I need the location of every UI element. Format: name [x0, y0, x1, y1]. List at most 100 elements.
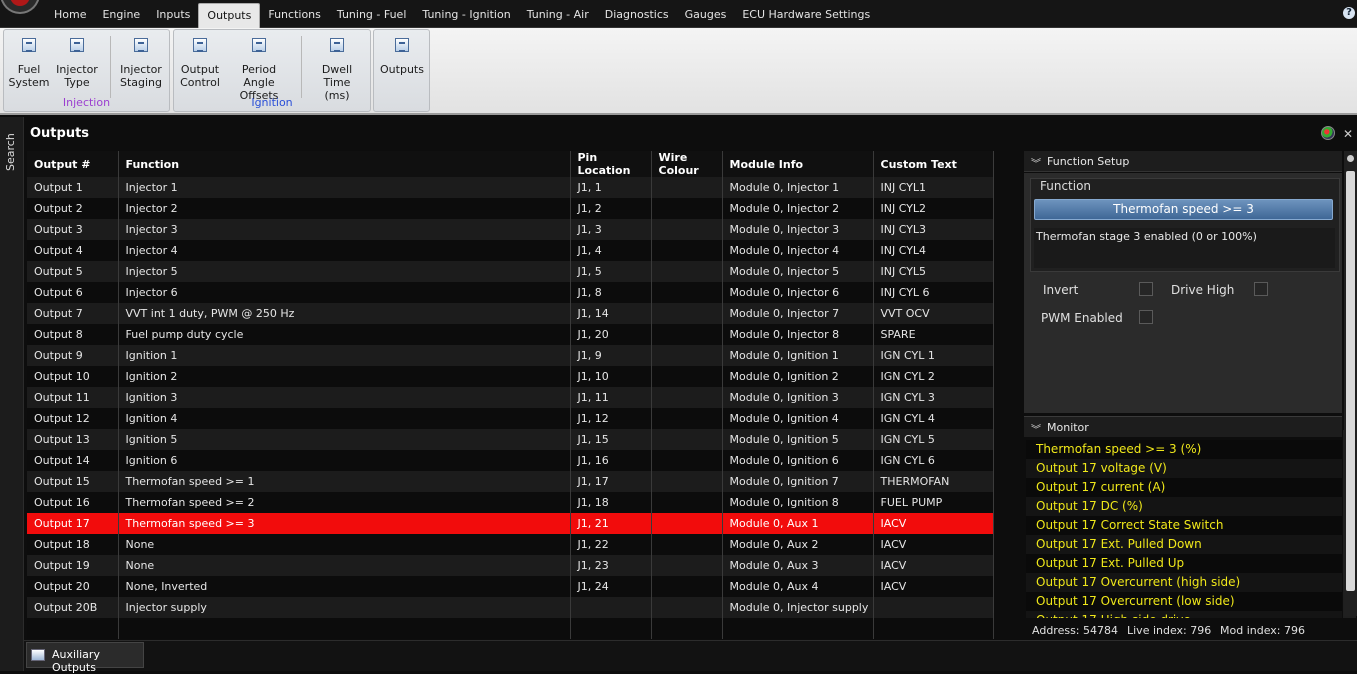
table-cell[interactable]: Module 0, Ignition 1: [722, 345, 874, 366]
table-cell[interactable]: J1, 20: [570, 324, 652, 345]
table-cell[interactable]: J1, 10: [570, 366, 652, 387]
table-row[interactable]: Output 13 Ignition 5 J1, 15 Module 0, Ignit…: [27, 429, 994, 450]
table-cell[interactable]: Ignition 4: [118, 408, 571, 429]
table-cell[interactable]: Injector supply: [118, 597, 571, 618]
table-cell[interactable]: J1, 1: [570, 177, 652, 198]
monitor-item[interactable]: Output 17 Correct State Switch: [1026, 516, 1342, 535]
table-cell[interactable]: [651, 597, 723, 618]
table-cell[interactable]: IGN CYL 6: [873, 450, 994, 471]
table-cell[interactable]: Output 12: [27, 408, 119, 429]
table-cell[interactable]: J1, 17: [570, 471, 652, 492]
scrollbar-thumb[interactable]: [1346, 171, 1355, 591]
table-cell[interactable]: Module 0, Injector 7: [722, 303, 874, 324]
injector-type-button[interactable]: Injector Type: [54, 38, 100, 89]
table-cell[interactable]: [651, 177, 723, 198]
tab-tuning-fuel[interactable]: Tuning - Fuel: [329, 3, 415, 28]
table-cell[interactable]: Output 3: [27, 219, 119, 240]
table-cell[interactable]: INJ CYL2: [873, 198, 994, 219]
table-row[interactable]: Output 6 Injector 6 J1, 8 Module 0, Injecto…: [27, 282, 994, 303]
table-cell[interactable]: J1, 12: [570, 408, 652, 429]
collapse-chevron-icon[interactable]: ︾: [1031, 421, 1041, 436]
pwm-enabled-checkbox[interactable]: [1139, 310, 1153, 324]
app-logo[interactable]: [0, 0, 40, 14]
output-control-button[interactable]: Output Control: [178, 38, 222, 89]
table-row[interactable]: Output 15 Thermofan speed >= 1 J1, 17 Modul…: [27, 471, 994, 492]
table-cell[interactable]: VVT int 1 duty, PWM @ 250 Hz: [118, 303, 571, 324]
drive-high-checkbox[interactable]: [1254, 282, 1268, 296]
column-header-output-[interactable]: Output #: [27, 151, 119, 177]
table-cell[interactable]: Output 10: [27, 366, 119, 387]
table-row[interactable]: Output 11 Ignition 3 J1, 11 Module 0, Ignit…: [27, 387, 994, 408]
table-row[interactable]: Output 17 Thermofan speed >= 3 J1, 21 Modul…: [27, 513, 994, 534]
table-cell[interactable]: Module 0, Aux 2: [722, 534, 874, 555]
table-cell[interactable]: J1, 15: [570, 429, 652, 450]
table-cell[interactable]: IACV: [873, 513, 994, 534]
table-cell[interactable]: IGN CYL 3: [873, 387, 994, 408]
table-cell[interactable]: Module 0, Injector 5: [722, 261, 874, 282]
table-cell[interactable]: Injector 5: [118, 261, 571, 282]
table-cell[interactable]: Output 16: [27, 492, 119, 513]
right-panel-scrollbar[interactable]: [1344, 151, 1357, 616]
help-icon[interactable]: ?: [1343, 7, 1355, 19]
table-cell[interactable]: Output 17: [27, 513, 119, 534]
table-cell[interactable]: Module 0, Aux 1: [722, 513, 874, 534]
column-header-custom-text[interactable]: Custom Text: [873, 151, 994, 177]
table-cell[interactable]: FUEL PUMP: [873, 492, 994, 513]
tab-outputs[interactable]: Outputs: [198, 3, 261, 28]
monitor-item[interactable]: Output 17 DC (%): [1026, 497, 1342, 516]
table-cell[interactable]: Module 0, Aux 4: [722, 576, 874, 597]
table-row[interactable]: Output 2 Injector 2 J1, 2 Module 0, Injecto…: [27, 198, 994, 219]
table-cell[interactable]: Module 0, Ignition 3: [722, 387, 874, 408]
table-cell[interactable]: VVT OCV: [873, 303, 994, 324]
table-cell[interactable]: IGN CYL 1: [873, 345, 994, 366]
table-cell[interactable]: [651, 429, 723, 450]
table-cell[interactable]: J1, 2: [570, 198, 652, 219]
table-cell[interactable]: J1, 9: [570, 345, 652, 366]
tab-gauges[interactable]: Gauges: [677, 3, 735, 28]
tab-tuning-ignition[interactable]: Tuning - Ignition: [414, 3, 518, 28]
invert-checkbox[interactable]: [1139, 282, 1153, 296]
table-cell[interactable]: J1, 21: [570, 513, 652, 534]
table-cell[interactable]: Module 0, Ignition 4: [722, 408, 874, 429]
table-row[interactable]: Output 14 Ignition 6 J1, 16 Module 0, Ignit…: [27, 450, 994, 471]
table-cell[interactable]: Injector 1: [118, 177, 571, 198]
table-cell[interactable]: Ignition 5: [118, 429, 571, 450]
table-cell[interactable]: [651, 408, 723, 429]
table-cell[interactable]: Output 18: [27, 534, 119, 555]
table-cell[interactable]: Thermofan speed >= 2: [118, 492, 571, 513]
table-cell[interactable]: Thermofan speed >= 3: [118, 513, 571, 534]
table-cell[interactable]: [651, 492, 723, 513]
table-cell[interactable]: THERMOFAN: [873, 471, 994, 492]
column-header-function[interactable]: Function: [118, 151, 571, 177]
monitor-item[interactable]: Output 17 Overcurrent (low side): [1026, 592, 1342, 611]
table-row[interactable]: Output 20 None, Inverted J1, 24 Module 0, A…: [27, 576, 994, 597]
table-cell[interactable]: Output 7: [27, 303, 119, 324]
table-cell[interactable]: [651, 282, 723, 303]
column-header-pin-location[interactable]: Pin Location: [570, 151, 652, 177]
scroll-up-icon[interactable]: [1347, 155, 1354, 162]
table-cell[interactable]: [651, 261, 723, 282]
table-cell[interactable]: [651, 198, 723, 219]
table-cell[interactable]: None: [118, 555, 571, 576]
table-cell[interactable]: J1, 16: [570, 450, 652, 471]
table-cell[interactable]: Injector 3: [118, 219, 571, 240]
table-cell[interactable]: [651, 513, 723, 534]
table-cell[interactable]: [873, 597, 994, 618]
function-select-button[interactable]: Thermofan speed >= 3: [1034, 199, 1333, 220]
table-row[interactable]: Output 18 None J1, 22 Module 0, Aux 2 IACV: [27, 534, 994, 555]
monitor-header[interactable]: ︾ Monitor: [1024, 416, 1342, 437]
table-cell[interactable]: Module 0, Ignition 5: [722, 429, 874, 450]
table-cell[interactable]: J1, 3: [570, 219, 652, 240]
table-cell[interactable]: J1, 24: [570, 576, 652, 597]
tab-home[interactable]: Home: [46, 3, 94, 28]
table-row[interactable]: Output 5 Injector 5 J1, 5 Module 0, Injecto…: [27, 261, 994, 282]
table-cell[interactable]: Injector 6: [118, 282, 571, 303]
table-row[interactable]: Output 20B Injector supply Module 0, Injec…: [27, 597, 994, 618]
table-cell[interactable]: IGN CYL 2: [873, 366, 994, 387]
table-cell[interactable]: [651, 576, 723, 597]
period-angle-offsets-button[interactable]: Period Angle Offsets: [226, 38, 292, 102]
table-cell[interactable]: Ignition 2: [118, 366, 571, 387]
table-cell[interactable]: [651, 345, 723, 366]
table-cell[interactable]: Output 1: [27, 177, 119, 198]
table-cell[interactable]: INJ CYL4: [873, 240, 994, 261]
